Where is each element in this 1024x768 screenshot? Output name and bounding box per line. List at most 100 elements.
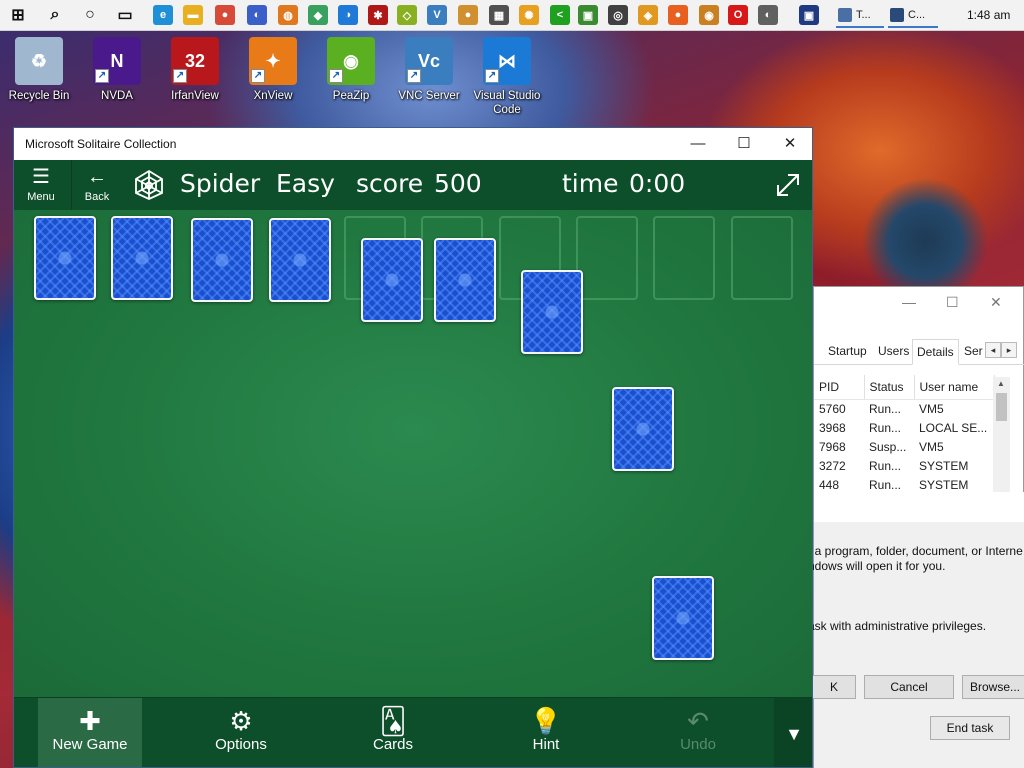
taskbar-task-task-manager[interactable]: T... bbox=[836, 3, 884, 28]
cortana-icon[interactable]: ○ bbox=[80, 5, 100, 25]
search-icon[interactable]: ⌕ bbox=[45, 5, 65, 25]
new-game-button[interactable]: ✚ New Game bbox=[38, 698, 142, 767]
desktop-icon-vnc-server[interactable]: Vc ↗ VNC Server bbox=[394, 37, 464, 103]
table-row[interactable]: 3968 Run... LOCAL SE... bbox=[814, 418, 994, 437]
moving-card[interactable] bbox=[434, 238, 496, 322]
stock-card[interactable] bbox=[111, 216, 173, 300]
moving-card[interactable] bbox=[612, 387, 674, 471]
stock-card[interactable] bbox=[191, 218, 253, 302]
shortcut-arrow-icon: ↗ bbox=[251, 69, 265, 83]
close-icon[interactable]: ✕ bbox=[990, 294, 1002, 311]
table-row[interactable]: 3272 Run... SYSTEM bbox=[814, 456, 994, 475]
table-row[interactable]: 5760 Run... VM5 bbox=[814, 399, 994, 418]
ok-button[interactable]: K bbox=[812, 675, 856, 699]
process-table-scrollbar[interactable]: ▲ bbox=[993, 377, 1010, 497]
visual-studio-code-icon: ⋈ ↗ bbox=[483, 37, 531, 85]
taskbar-task-command[interactable]: C... bbox=[888, 3, 938, 28]
app-icon-7[interactable]: ▦ bbox=[489, 5, 509, 25]
empty-column-slot[interactable] bbox=[653, 216, 715, 300]
table-cell: Susp... bbox=[869, 439, 907, 454]
edge-icon[interactable]: e bbox=[153, 5, 173, 25]
table-row[interactable]: 7968 Susp... VM5 bbox=[814, 437, 994, 456]
app-icon-12[interactable]: ◈ bbox=[638, 5, 658, 25]
empty-column-slot[interactable] bbox=[576, 216, 638, 300]
taskbar: ⊞ ⌕ ○ ▭ e ▬ ● ◐ ◍ ◆ ◑ ✱ ◇ V ● ▦ ✺ < ▣ ◎ ◈ ● ◉ O ◐ ▣ T... C... 1:4… bbox=[0, 0, 1024, 31]
maximize-button[interactable]: ☐ bbox=[721, 132, 767, 156]
tab-scroll-right-icon[interactable]: ▸ bbox=[1001, 342, 1017, 358]
app-icon-6[interactable]: ● bbox=[458, 5, 478, 25]
chevron-down-icon: ▼ bbox=[785, 724, 803, 744]
app-icon-2[interactable]: ◍ bbox=[278, 5, 298, 25]
undo-icon: ↶ bbox=[687, 706, 709, 736]
undo-button[interactable]: ↶ Undo bbox=[646, 698, 750, 767]
app-icon-1[interactable]: ◐ bbox=[247, 5, 267, 25]
tab-scroll-left-icon[interactable]: ◂ bbox=[985, 342, 1001, 358]
end-task-button[interactable]: End task bbox=[930, 716, 1010, 740]
desktop-icon-nvda[interactable]: N ↗ NVDA bbox=[82, 37, 152, 103]
menu-button[interactable]: ☰ Menu bbox=[16, 160, 66, 210]
shortcut-arrow-icon: ↗ bbox=[329, 69, 343, 83]
chrome-icon[interactable]: ● bbox=[215, 5, 235, 25]
desktop-icon-irfanview[interactable]: 32 ↗ IrfanView bbox=[160, 37, 230, 103]
desktop-icon-peazip[interactable]: ◉ ↗ PeaZip bbox=[316, 37, 386, 103]
desktop-icon-visual-studio-code[interactable]: ⋈ ↗ Visual Studio Code bbox=[472, 37, 542, 117]
minimize-button[interactable]: — bbox=[675, 132, 721, 156]
moving-card[interactable] bbox=[361, 238, 423, 322]
back-button[interactable]: ← Back bbox=[72, 160, 122, 210]
plus-icon: ✚ bbox=[79, 706, 101, 736]
desktop-icon-xnview[interactable]: ✦ ↗ XnView bbox=[238, 37, 308, 103]
app-icon-13[interactable]: ◉ bbox=[699, 5, 719, 25]
irfanview-icon[interactable]: ✱ bbox=[368, 5, 388, 25]
task-manager-window: — ☐ ✕ Startup Users Details Ser ◂ ▸ PID … bbox=[813, 286, 1024, 497]
desktop-icon-recycle-bin[interactable]: ♻ Recycle Bin bbox=[4, 37, 74, 103]
file-explorer-icon[interactable]: ▬ bbox=[183, 5, 203, 25]
tab-users[interactable]: Users bbox=[878, 344, 909, 358]
minimize-icon[interactable]: — bbox=[902, 294, 916, 310]
opera-icon[interactable]: O bbox=[728, 5, 748, 25]
tab-scroll-arrows: ◂ ▸ bbox=[985, 342, 1017, 358]
score-value: 500 bbox=[434, 169, 482, 198]
column-header-status[interactable]: Status bbox=[864, 375, 915, 400]
stock-card[interactable] bbox=[269, 218, 331, 302]
start-icon[interactable]: ⊞ bbox=[8, 5, 28, 25]
options-button[interactable]: ⚙ Options bbox=[189, 698, 293, 767]
table-cell: 5760 bbox=[819, 401, 846, 416]
scrollbar-thumb[interactable] bbox=[996, 393, 1007, 421]
cards-button[interactable]: 🂡 Cards bbox=[341, 698, 445, 767]
game-toolbar: ✚ New Game ⚙ Options 🂡 Cards 💡 Hint ↶ Un… bbox=[14, 697, 812, 767]
taskbar-clock[interactable]: 1:48 am bbox=[967, 8, 1010, 22]
moving-card[interactable] bbox=[521, 270, 583, 354]
scroll-up-icon[interactable]: ▲ bbox=[997, 379, 1005, 388]
app-icon-8[interactable]: ✺ bbox=[519, 5, 539, 25]
task-view-icon[interactable]: ▭ bbox=[115, 5, 135, 25]
app-icon-11[interactable]: ◎ bbox=[608, 5, 628, 25]
app-icon-5[interactable]: ◇ bbox=[397, 5, 417, 25]
empty-column-slot[interactable] bbox=[731, 216, 793, 300]
tab-services[interactable]: Ser bbox=[964, 344, 983, 358]
app-icon-10[interactable]: ▣ bbox=[578, 5, 598, 25]
shortcut-arrow-icon: ↗ bbox=[407, 69, 421, 83]
game-header-bar: ☰ Menu ← Back Spider Easy score 500 time… bbox=[14, 160, 812, 210]
cancel-button[interactable]: Cancel bbox=[864, 675, 954, 699]
app-icon-9[interactable]: < bbox=[550, 5, 570, 25]
vnc-icon[interactable]: V bbox=[427, 5, 447, 25]
app-icon-3[interactable]: ◆ bbox=[308, 5, 328, 25]
close-button[interactable]: ✕ bbox=[767, 132, 812, 156]
tab-details[interactable]: Details bbox=[912, 339, 959, 365]
fullscreen-icon[interactable] bbox=[774, 171, 802, 199]
tab-startup[interactable]: Startup bbox=[828, 344, 867, 358]
table-cell: 7968 bbox=[819, 439, 846, 454]
app-icon-14[interactable]: ◐ bbox=[758, 5, 778, 25]
app-icon-4[interactable]: ◑ bbox=[338, 5, 358, 25]
app-icon-15[interactable]: ▣ bbox=[799, 5, 819, 25]
maximize-icon[interactable]: ☐ bbox=[946, 294, 959, 311]
firefox-icon[interactable]: ● bbox=[668, 5, 688, 25]
stock-card[interactable] bbox=[34, 216, 96, 300]
column-header-pid[interactable]: PID bbox=[814, 375, 865, 400]
table-cell: VM5 bbox=[919, 439, 944, 454]
hint-button[interactable]: 💡 Hint bbox=[494, 698, 598, 767]
more-options-button[interactable]: ▼ bbox=[774, 698, 812, 767]
browse-button[interactable]: Browse... bbox=[962, 675, 1024, 699]
column-header-user-name[interactable]: User name bbox=[914, 375, 995, 400]
moving-card[interactable] bbox=[652, 576, 714, 660]
